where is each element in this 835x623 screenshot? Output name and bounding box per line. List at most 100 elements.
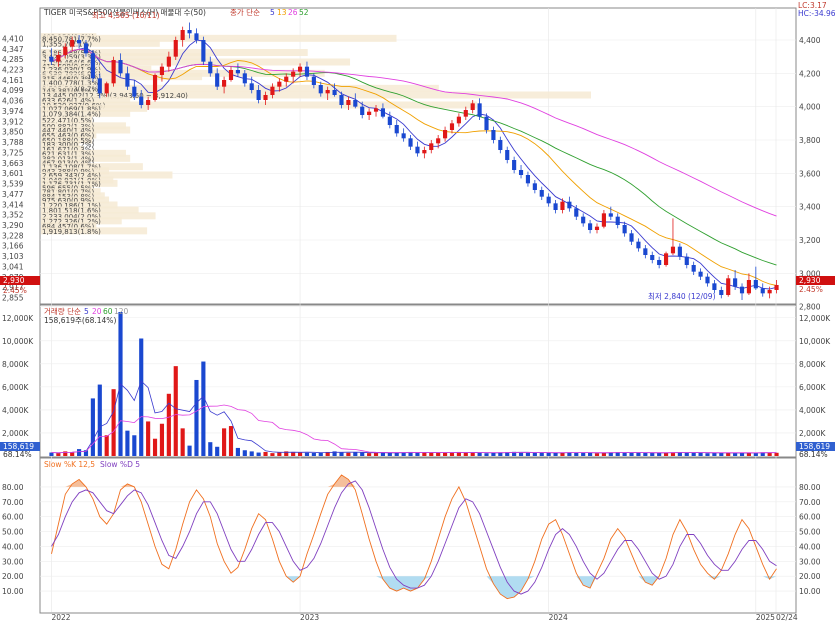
volume-bar [187,445,192,456]
candle-body [705,276,710,284]
candle-body [663,253,669,265]
volume-legend-p2: 20 [92,307,102,316]
volume-bar [484,453,489,456]
candle-body [760,288,765,294]
candle-body [228,70,234,80]
volume-bar [643,452,648,456]
current-change-right: 2.45% [799,285,823,294]
volume-tick-left: 10,000K [2,337,34,346]
candle-body [684,256,689,265]
volume-bar [581,452,586,456]
volume-tick-right: 8,000K [799,360,826,369]
volume-tick-right: 2,000K [799,429,826,438]
volume-bar [297,452,303,456]
candle-body [477,103,482,117]
stoch-tick-left: 60.00 [2,513,24,522]
candle-body [187,30,192,34]
price-tick-left: 3,477 [2,190,24,199]
volume-legend-p3: 60 [103,307,113,316]
candle-body [581,216,586,224]
volume-bar [353,452,358,456]
x-tick-label: 02/24 [776,613,798,622]
current-price-left: 2,930 [3,276,25,285]
stoch-tick-left: 30.00 [2,557,24,566]
candle-body [208,61,213,74]
volume-bar [532,453,537,456]
candle-body [436,138,441,144]
volume-bar [277,452,282,456]
candle-body [180,30,185,40]
stoch-tick-right: 30.00 [799,557,821,566]
volume-bar [173,366,178,456]
candle-body [249,83,254,90]
candle-body [677,246,682,257]
price-tick-left: 3,788 [2,138,24,147]
volume-legend-label: 거래량 단순 [44,306,81,316]
candle-body [311,76,316,85]
candle-body [525,175,531,184]
stoch-tick-left: 80.00 [2,483,24,492]
volume-tick-right: 6,000K [799,383,826,392]
volume-tick-left: 2,000K [2,429,29,438]
price-tick-left: 4,410 [2,34,24,43]
stoch-tick-left: 70.00 [2,498,24,507]
candle-body [408,138,413,147]
volume-bar [235,447,240,456]
candle-body [491,130,496,140]
volume-bar [152,438,158,456]
candle-body [394,125,399,134]
volume-bar [574,452,579,456]
candle-body [622,225,627,234]
candle-body [650,255,655,260]
candle-body [746,280,751,294]
candle-body [463,110,468,117]
volume-bar [270,453,275,456]
candle-body [670,246,676,254]
volume-bar [463,452,468,456]
volume-bar [125,430,130,456]
volume-bar [705,453,710,456]
candle-body [118,60,123,74]
candle-body [594,226,600,230]
volume-profile-label: 1,919,813(1.8%) [42,228,101,236]
volume-bar [546,452,551,456]
volume-bar [422,452,427,456]
volume-bar [222,428,227,456]
candle-body [173,40,178,57]
candle-body [498,140,503,150]
candle-body [235,70,240,74]
volume-bar [650,452,655,456]
high-annotation: 최고 4,505 (10/11) [92,10,160,20]
candle-body [512,160,517,170]
price-legend-label: 종가 단순 [230,7,260,17]
low-annotation: 최저 2,840 (12/09) [648,291,716,301]
volume-bar [159,423,165,456]
volume-bar [429,452,434,456]
price-legend: 종가 단순 5 13 26 52 [230,7,309,17]
volume-bar [228,426,234,456]
volume-bar [97,384,102,456]
candle-body [449,123,455,130]
candle-body [415,146,420,154]
candle-body [166,56,171,67]
candle-body [443,130,448,139]
candle-body [629,233,634,242]
candle-body [470,103,475,110]
current-price-badge-right: 2,930 2.45% [796,276,835,294]
volume-bar [636,453,641,456]
volume-panel [39,304,797,458]
stoch-tick-right: 70.00 [799,498,821,507]
candle-body [318,85,323,94]
volume-tick-left: 12,000K [2,314,34,323]
volume-tick-right: 12,000K [799,314,831,323]
price-tick-left: 4,099 [2,86,24,95]
volume-bar [256,452,261,456]
volume-badge-left-pct: 68.14% [3,450,32,459]
price-tick-left: 3,166 [2,242,24,251]
volume-bar [629,452,634,456]
candle-body [270,86,275,95]
volume-bar [367,453,372,456]
candle-body [215,73,220,87]
candle-body [284,76,289,82]
price-tick-right: 4,000 [799,103,821,112]
